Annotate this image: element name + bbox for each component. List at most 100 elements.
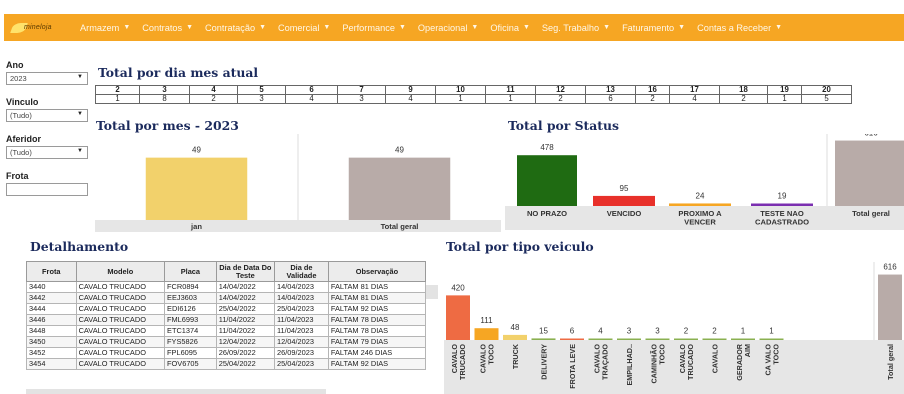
nav-item-0[interactable]: Armazem ▼: [74, 14, 136, 41]
table-row[interactable]: 3454 CAVALO TRUCADO FOV6705 25/04/2022 25/04…: [26, 358, 427, 370]
category-label: FROTA LEVE: [568, 344, 577, 389]
nav-item-8[interactable]: Faturamento ▼: [616, 14, 691, 41]
nav-item-1[interactable]: Contratos ▼: [136, 14, 199, 41]
vinculo-select[interactable]: (Tudo) ▼: [6, 109, 88, 122]
day-table-count-row: 1823434112624215: [95, 94, 852, 104]
bar[interactable]: [617, 338, 641, 341]
detail-header-cell: Dia de Data Do Teste: [215, 261, 275, 282]
nav-item-6[interactable]: Oficina ▼: [484, 14, 536, 41]
bar[interactable]: [560, 338, 584, 341]
bar[interactable]: [145, 157, 248, 220]
brand-logo[interactable]: mineloja: [4, 14, 74, 41]
title-total-dia: Total por dia mes atual: [98, 65, 259, 80]
detail-cell: CAVALO TRUCADO: [75, 314, 166, 326]
bar[interactable]: [751, 203, 813, 207]
bar[interactable]: [669, 203, 731, 206]
category-label: CAVALO: [711, 344, 720, 374]
detail-cell: FALTAM 78 DIAS: [327, 314, 427, 326]
detail-cell: 3452: [26, 347, 77, 359]
chevron-down-icon: ▼: [775, 24, 783, 31]
data-label: 2: [712, 327, 717, 336]
day-count-cell: 4: [669, 94, 720, 104]
detail-cell: FALTAM 78 DIAS: [327, 325, 427, 337]
vertical-scrollbar[interactable]: [426, 285, 438, 299]
detail-cell: 26/09/2023: [273, 347, 329, 359]
nav-item-label: Contratos: [142, 22, 183, 33]
bar[interactable]: [531, 338, 556, 340]
detail-cell: CAVALO TRUCADO: [75, 336, 166, 348]
detail-cell: 11/04/2023: [273, 325, 329, 337]
table-row[interactable]: 3446 CAVALO TRUCADO FML6993 11/04/2022 11/04…: [26, 314, 427, 326]
chart-total-tipo: 420CAVALOTRUCADO111CAVALOTOCO48TRUCK15DE…: [444, 262, 904, 394]
table-row[interactable]: 3450 CAVALO TRUCADO FYS5826 12/04/2022 12/04…: [26, 336, 427, 348]
detail-cell: CAVALO TRUCADO: [75, 325, 166, 337]
data-label: 49: [192, 146, 201, 155]
detail-cell: EEJ3603: [164, 292, 217, 304]
bar[interactable]: [517, 155, 577, 206]
bar[interactable]: [593, 195, 655, 206]
bar[interactable]: [674, 338, 698, 341]
bar[interactable]: [474, 328, 499, 340]
chevron-down-icon: ▼: [471, 24, 479, 31]
horizontal-scrollbar[interactable]: [26, 389, 326, 394]
bar[interactable]: [702, 338, 727, 341]
nav-item-3[interactable]: Comercial ▼: [272, 14, 336, 41]
detail-cell: 11/04/2022: [215, 314, 275, 326]
logo-mark-icon: mineloja: [10, 22, 62, 33]
table-row[interactable]: 3442 CAVALO TRUCADO EEJ3603 14/04/2022 14/04…: [26, 292, 427, 304]
table-row[interactable]: 3452 CAVALO TRUCADO FPL6095 26/09/2022 26/09…: [26, 347, 427, 359]
nav-item-4[interactable]: Performance ▼: [336, 14, 412, 41]
table-row[interactable]: 3448 CAVALO TRUCADO ETC1374 11/04/2022 11/04…: [26, 325, 427, 337]
detail-table-wrap[interactable]: Frota Modelo Placa Dia de Data Do Teste Dia …: [26, 261, 438, 394]
category-label: jan: [190, 222, 202, 231]
category-label: VENCIDO: [607, 209, 642, 218]
chevron-down-icon: ▼: [77, 74, 83, 80]
frota-input[interactable]: [6, 183, 88, 196]
bar[interactable]: [588, 338, 613, 341]
detail-cell: 14/04/2023: [273, 281, 329, 293]
data-label: 111: [480, 316, 493, 325]
bar[interactable]: [503, 334, 527, 340]
data-label: 2: [684, 327, 689, 336]
table-row[interactable]: 3444 CAVALO TRUCADO EDI6126 25/04/2022 25/04…: [26, 303, 427, 315]
detail-cell: CAVALO TRUCADO: [75, 292, 166, 304]
nav-item-2[interactable]: Contratação ▼: [199, 14, 272, 41]
bar[interactable]: [759, 338, 784, 341]
nav-item-label: Faturamento: [622, 22, 675, 33]
chevron-down-icon: ▼: [398, 24, 406, 31]
detail-header-cell: Frota: [26, 261, 77, 282]
nav-item-7[interactable]: Seg. Trabalho ▼: [536, 14, 616, 41]
detail-cell: CAVALO TRUCADO: [75, 347, 166, 359]
day-table: 2 3 4 5 6 7 9 10 11 12 13 16 17 18 19 20 18234341126242…: [95, 85, 852, 104]
filter-label-aferidor: Aferidor: [6, 134, 42, 144]
bar[interactable]: [645, 338, 670, 341]
detail-table: Frota Modelo Placa Dia de Data Do Teste Dia …: [26, 261, 427, 370]
data-label: 3: [655, 327, 660, 336]
data-label: 1: [769, 327, 774, 336]
day-count-cell: 2: [635, 94, 670, 104]
filter-label-ano: Ano: [6, 60, 24, 70]
dashboard-page: mineloja Armazem ▼ Contratos ▼ Contratação ▼ C…: [0, 0, 904, 394]
aferidor-select[interactable]: (Tudo) ▼: [6, 146, 88, 159]
day-count-cell: 2: [719, 94, 768, 104]
nav-item-5[interactable]: Operacional ▼: [412, 14, 484, 41]
bar[interactable]: [446, 295, 470, 340]
detail-header-cell: Placa: [164, 261, 217, 282]
nav-item-label: Performance: [342, 22, 395, 33]
detail-cell: FYS5826: [164, 336, 217, 348]
bar[interactable]: [731, 338, 755, 341]
nav-item-9[interactable]: Contas a Receber ▼: [691, 14, 788, 41]
bar[interactable]: [878, 274, 902, 340]
detail-cell: 25/04/2023: [273, 303, 329, 315]
ano-select[interactable]: 2023 ▼: [6, 72, 88, 85]
data-label: 1: [741, 327, 746, 336]
data-label: 4: [598, 327, 603, 336]
bar[interactable]: [835, 140, 904, 206]
data-label: 616: [883, 263, 897, 272]
detail-cell: 3444: [26, 303, 77, 315]
table-row[interactable]: 3440 CAVALO TRUCADO FCR0894 14/04/2022 14/04…: [26, 281, 427, 293]
day-count-cell: 1: [767, 94, 802, 104]
detail-header-cell: Observação: [327, 261, 427, 282]
chevron-down-icon: ▼: [123, 24, 131, 31]
bar[interactable]: [348, 157, 451, 220]
